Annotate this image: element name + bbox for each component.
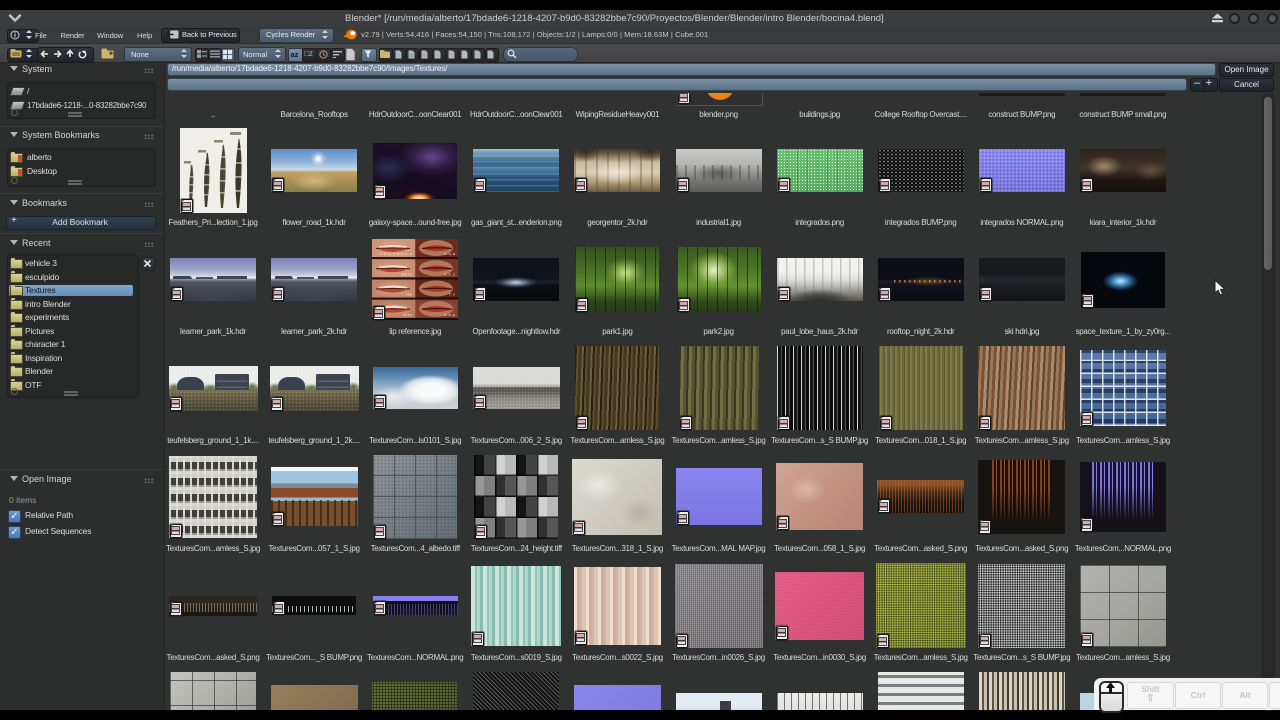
svg-text:kiss: kiss (404, 313, 413, 318)
svg-text:c.d.n.r.s.t.x.z: c.d.n.r.s.t.x.z (380, 252, 412, 257)
svg-text:a.e.i: a.e.i (444, 272, 455, 277)
svg-text:b.m.p: b.m.p (444, 313, 455, 318)
svg-text:sad: sad (406, 293, 412, 298)
svg-text:o.u.w: o.u.w (444, 253, 456, 257)
svg-text:smile: smile (401, 272, 412, 277)
svg-text:f.v: f.v (449, 293, 456, 298)
